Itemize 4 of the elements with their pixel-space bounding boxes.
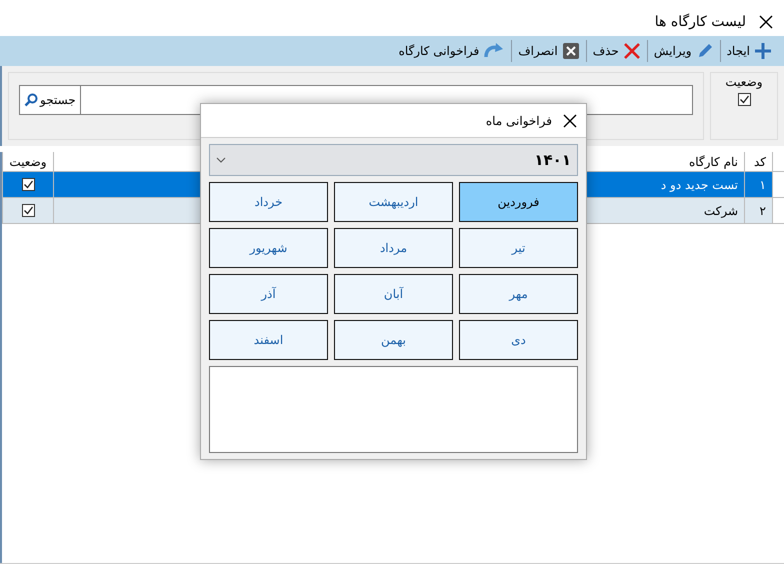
window-title: لیست کارگاه ها: [654, 12, 746, 32]
table-cell: ۱: [744, 172, 772, 197]
dialog-title: فراخوانی ماه: [486, 112, 552, 130]
table-cell: ۲: [744, 198, 772, 223]
